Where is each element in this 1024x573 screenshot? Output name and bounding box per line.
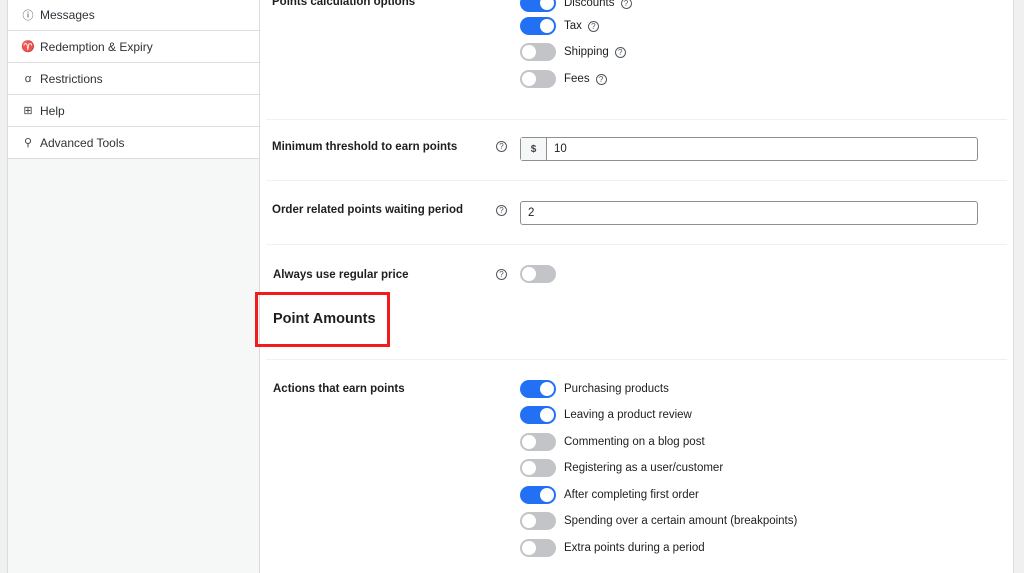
trophy-icon: ♈ (21, 41, 35, 53)
points-calc-row: Points calculation options (266, 0, 1007, 120)
help-box-icon: ⊞ (23, 105, 33, 117)
toggle-spending-breakpoints[interactable] (520, 512, 556, 530)
help-icon[interactable]: ? (496, 141, 507, 152)
points-calc-label: Points calculation options (272, 0, 416, 8)
option-shipping: Shipping ? (564, 43, 626, 61)
min-threshold-value: 10 (554, 143, 567, 155)
actions-label: Actions that earn points (273, 383, 405, 395)
help-icon[interactable]: ? (595, 73, 607, 85)
sidebar-item-messages[interactable]: ⓘ Messages (8, 0, 259, 31)
option-spending-breakpoints: Spending over a certain amount (breakpoi… (564, 515, 798, 527)
toggle-fees[interactable] (520, 70, 556, 88)
help-icon[interactable]: ? (587, 20, 599, 32)
toggle-shipping[interactable] (520, 43, 556, 61)
option-extra-points-period: Extra points during a period (564, 542, 705, 554)
toggle-registering[interactable] (520, 459, 556, 477)
option-label: Shipping (564, 46, 609, 58)
settings-sidebar: ⓘ Messages ♈ Redemption & Expiry ꭤ Restr… (7, 0, 260, 573)
option-label: Discounts (564, 0, 615, 9)
info-icon: ⓘ (22, 10, 34, 22)
min-threshold-label: Minimum threshold to earn points (272, 141, 458, 153)
sidebar-item-advanced-tools[interactable]: ⚲ Advanced Tools (8, 127, 259, 159)
sidebar-item-redemption-expiry[interactable]: ♈ Redemption & Expiry (8, 31, 259, 63)
sidebar-item-label: Advanced Tools (40, 135, 125, 150)
option-fees: Fees ? (564, 70, 607, 88)
currency-prefix: $ (521, 138, 547, 160)
waiting-period-value: 2 (528, 207, 535, 219)
option-product-review: Leaving a product review (564, 409, 692, 421)
wrench-icon: ⚲ (23, 137, 33, 149)
help-icon[interactable]: ? (614, 46, 626, 58)
toggle-regular-price[interactable] (520, 265, 556, 283)
sidebar-item-label: Messages (40, 8, 95, 22)
highlight-box (255, 292, 390, 347)
waiting-period-label: Order related points waiting period (272, 204, 464, 216)
sidebar-item-restrictions[interactable]: ꭤ Restrictions (8, 63, 259, 95)
waiting-period-input[interactable]: 2 (520, 201, 978, 225)
user-icon: ꭤ (24, 73, 32, 85)
sidebar-item-help[interactable]: ⊞ Help (8, 95, 259, 127)
help-icon[interactable]: ? (496, 269, 507, 280)
option-registering: Registering as a user/customer (564, 462, 724, 474)
help-icon[interactable]: ? (496, 205, 507, 216)
sidebar-item-label: Redemption & Expiry (40, 39, 153, 54)
toggle-tax[interactable] (520, 17, 556, 35)
min-threshold-input[interactable]: $ 10 (520, 137, 978, 161)
settings-main: Points calculation options Discounts ? T… (260, 0, 1014, 573)
option-tax: Tax ? (564, 17, 599, 35)
option-blog-comment: Commenting on a blog post (564, 436, 705, 448)
help-icon[interactable]: ? (620, 0, 632, 9)
sidebar-item-label: Help (40, 103, 65, 118)
option-label: Tax (564, 20, 582, 32)
toggle-purchasing-products[interactable] (520, 380, 556, 398)
option-purchasing-products: Purchasing products (564, 383, 669, 395)
regular-price-label: Always use regular price (273, 269, 409, 281)
toggle-discounts[interactable] (520, 0, 556, 12)
toggle-product-review[interactable] (520, 406, 556, 424)
option-discounts: Discounts ? (564, 0, 632, 12)
option-first-order: After completing first order (564, 489, 699, 501)
toggle-first-order[interactable] (520, 486, 556, 504)
sidebar-item-label: Restrictions (40, 71, 103, 86)
toggle-blog-comment[interactable] (520, 433, 556, 451)
option-label: Fees (564, 73, 590, 85)
toggle-extra-points-period[interactable] (520, 539, 556, 557)
